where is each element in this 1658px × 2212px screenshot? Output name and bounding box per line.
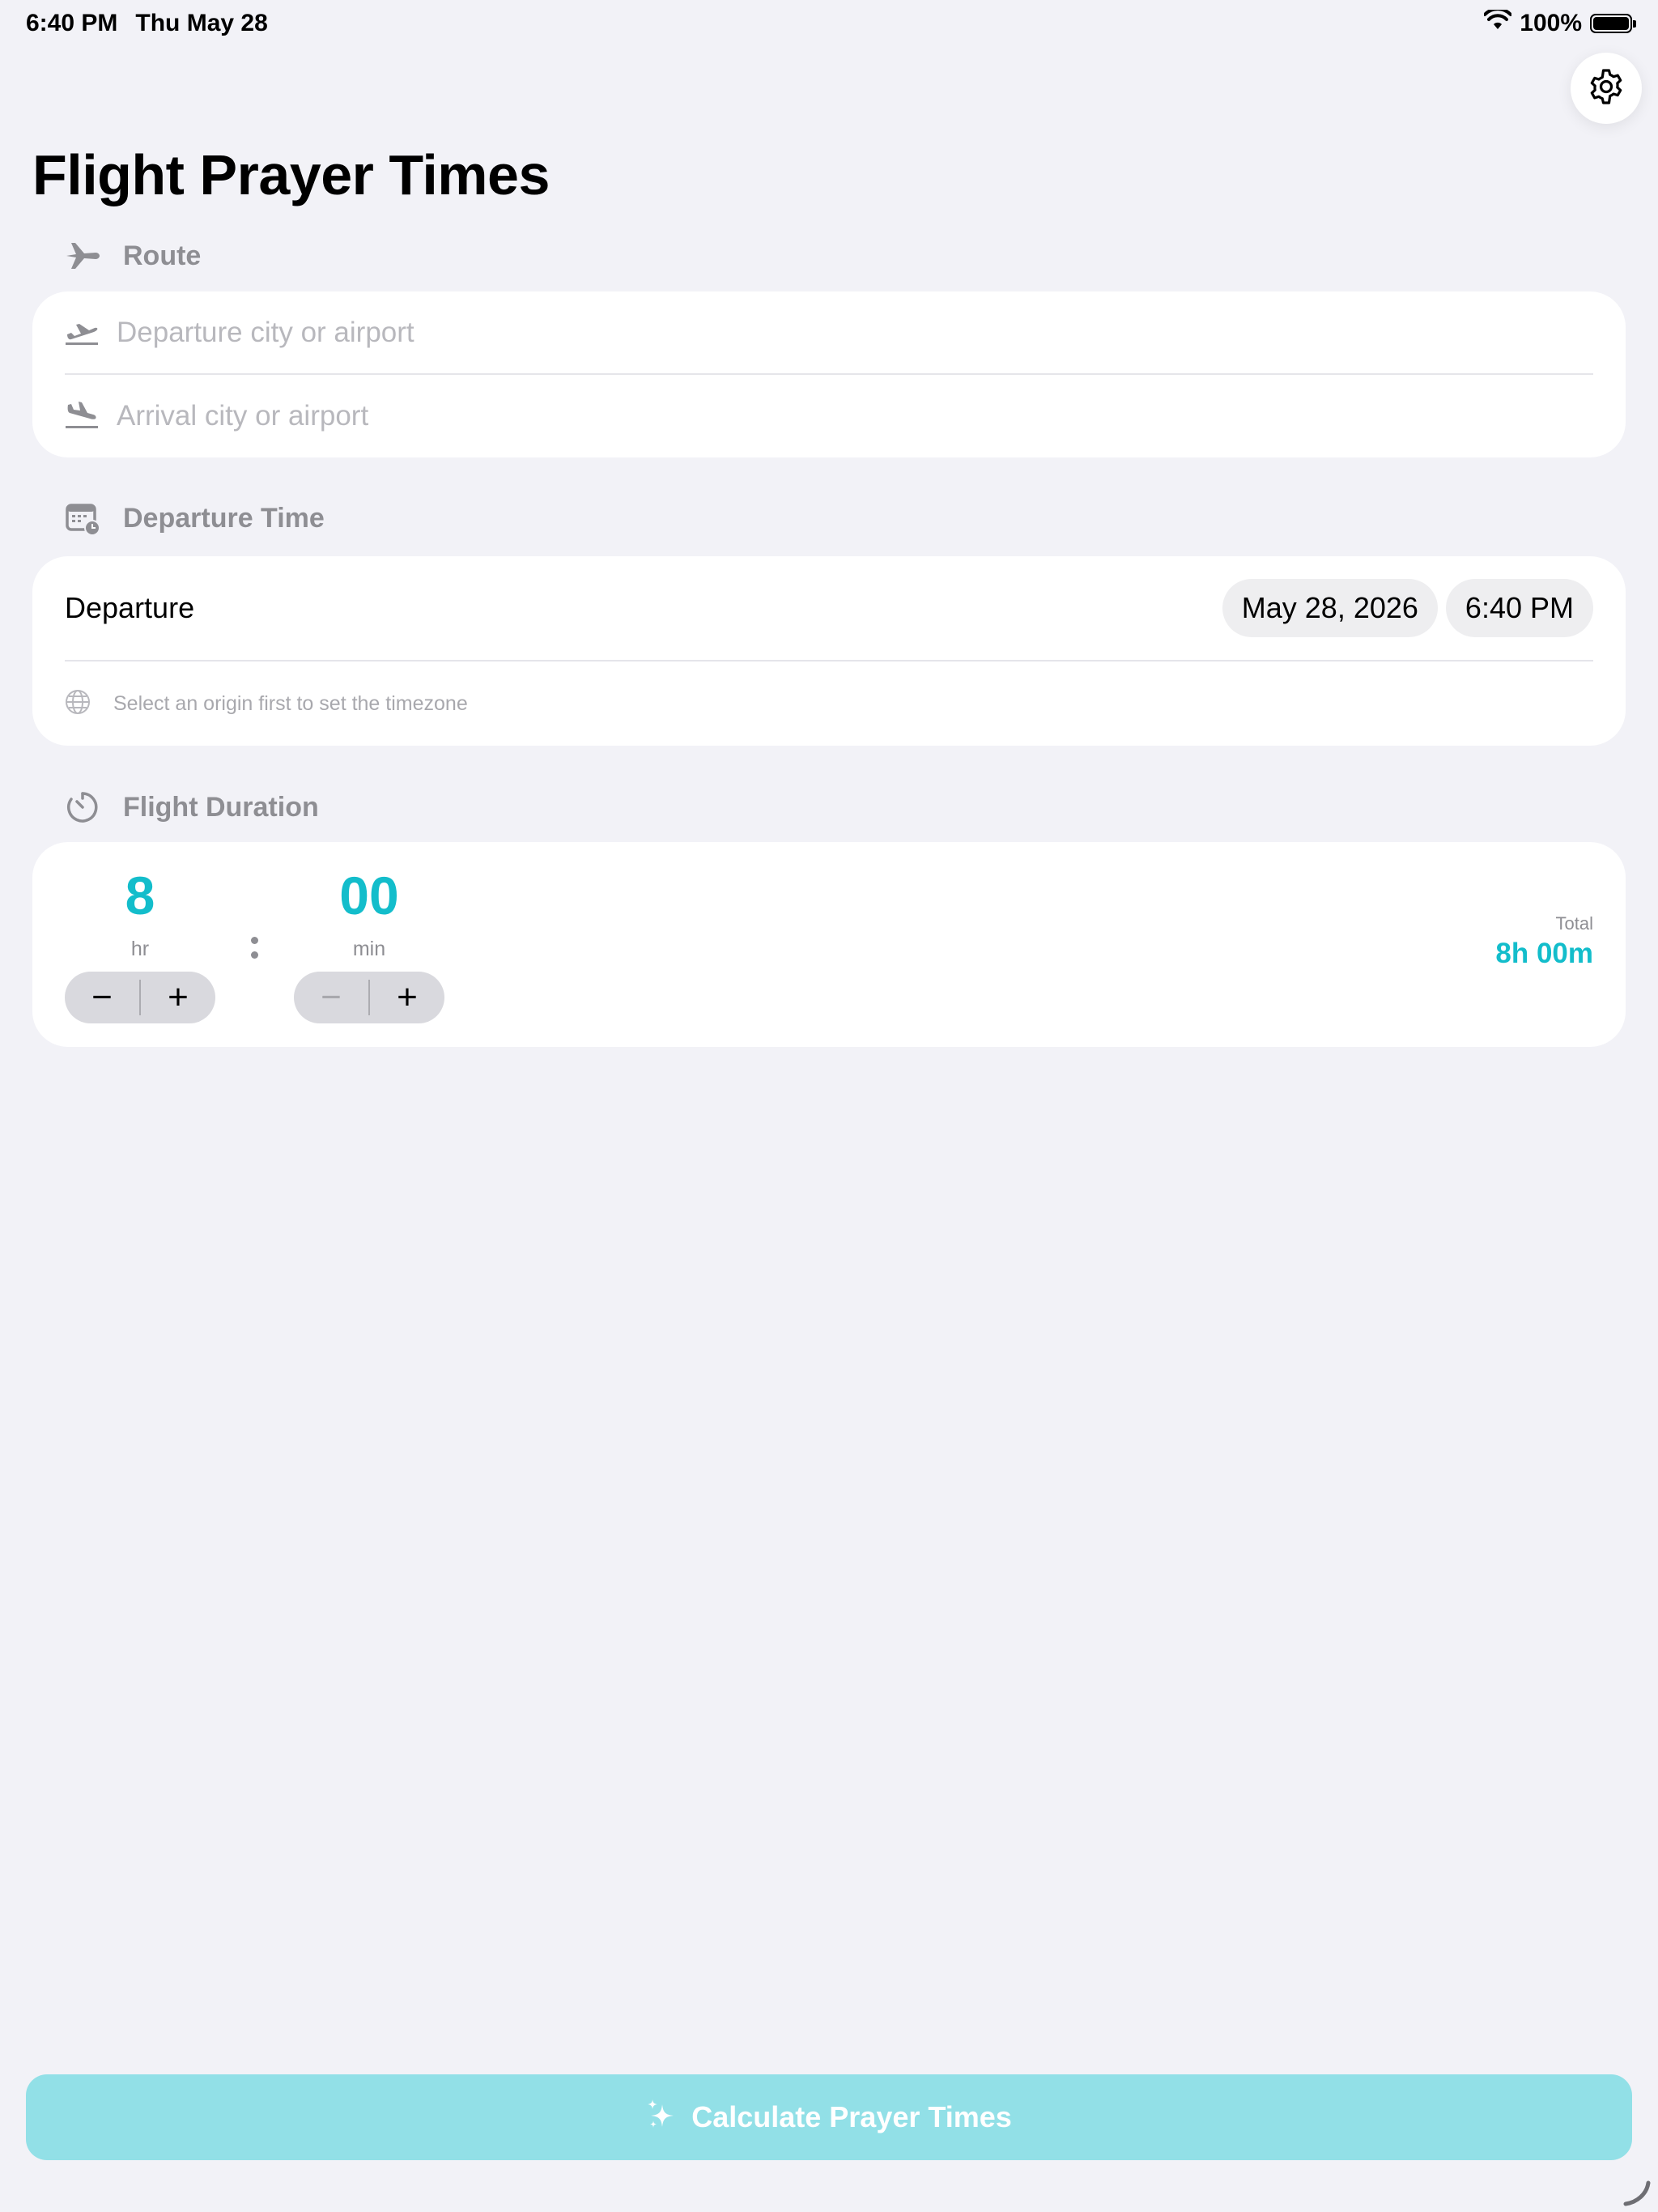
battery-icon bbox=[1590, 14, 1636, 33]
total-label: Total bbox=[1555, 913, 1593, 934]
takeoff-icon bbox=[65, 317, 99, 350]
airplane-icon bbox=[65, 238, 100, 274]
timer-icon bbox=[65, 789, 100, 825]
timezone-hint-row: Select an origin first to set the timezo… bbox=[65, 661, 1593, 746]
departure-time-section-header: Departure Time bbox=[65, 500, 325, 536]
route-section-header: Route bbox=[65, 238, 201, 274]
timezone-hint: Select an origin first to set the timezo… bbox=[113, 691, 468, 715]
hours-increment-button[interactable]: + bbox=[141, 972, 215, 1023]
hours-unit: hr bbox=[130, 938, 150, 960]
arrival-field[interactable]: Arrival city or airport bbox=[65, 375, 1593, 457]
colon-dot-top bbox=[251, 937, 258, 944]
minutes-increment-button[interactable]: + bbox=[370, 972, 444, 1023]
landing-icon bbox=[65, 400, 99, 433]
hours-stepper: − + bbox=[65, 972, 215, 1023]
departure-input[interactable]: Departure city or airport bbox=[117, 317, 414, 349]
departure-label: Departure bbox=[65, 591, 195, 624]
stepper-separator bbox=[139, 980, 141, 1015]
flight-duration-section-header: Flight Duration bbox=[65, 789, 319, 825]
calculate-button-label: Calculate Prayer Times bbox=[691, 2100, 1012, 2133]
total-block: Total 8h 00m bbox=[1495, 913, 1593, 970]
flight-duration-card: 8 hr − + 00 min − + Total 8h 00m bbox=[32, 842, 1626, 1047]
minutes-decrement-button[interactable]: − bbox=[294, 972, 368, 1023]
departure-field[interactable]: Departure city or airport bbox=[65, 291, 1593, 374]
arrival-input[interactable]: Arrival city or airport bbox=[117, 400, 368, 432]
resize-corner-indicator bbox=[1622, 2178, 1652, 2211]
minutes-unit: min bbox=[352, 938, 386, 960]
status-time: 6:40 PM bbox=[26, 10, 118, 36]
status-bar-right: 100% bbox=[1483, 7, 1636, 37]
gear-icon bbox=[1587, 67, 1626, 110]
route-card: Departure city or airport Arrival city o… bbox=[32, 291, 1626, 457]
settings-button[interactable] bbox=[1571, 53, 1642, 124]
departure-time-header-label: Departure Time bbox=[123, 502, 325, 534]
calculate-button[interactable]: Calculate Prayer Times bbox=[26, 2074, 1632, 2160]
globe-icon bbox=[65, 689, 91, 719]
total-value: 8h 00m bbox=[1495, 938, 1593, 969]
departure-time-card: Departure May 28, 2026 6:40 PM Select an… bbox=[32, 556, 1626, 746]
minutes-value: 00 bbox=[339, 866, 399, 925]
page-title: Flight Prayer Times bbox=[32, 143, 550, 206]
wifi-icon bbox=[1483, 7, 1513, 37]
hours-value: 8 bbox=[125, 866, 155, 925]
route-header-label: Route bbox=[123, 240, 202, 271]
stepper-separator bbox=[368, 980, 370, 1015]
flight-duration-header-label: Flight Duration bbox=[123, 791, 319, 823]
status-bar-left: 6:40 PM Thu May 28 bbox=[26, 10, 268, 37]
departure-date-picker[interactable]: May 28, 2026 bbox=[1222, 579, 1438, 637]
colon-dot-bottom bbox=[251, 951, 258, 959]
status-date: Thu May 28 bbox=[135, 10, 268, 36]
calendar-clock-icon bbox=[65, 500, 100, 536]
departure-time-picker[interactable]: 6:40 PM bbox=[1445, 579, 1593, 637]
sparkles-icon bbox=[646, 2098, 675, 2138]
departure-row: Departure May 28, 2026 6:40 PM bbox=[65, 556, 1593, 660]
hours-decrement-button[interactable]: − bbox=[65, 972, 139, 1023]
minutes-stepper: − + bbox=[294, 972, 444, 1023]
battery-percent: 100% bbox=[1520, 10, 1582, 36]
